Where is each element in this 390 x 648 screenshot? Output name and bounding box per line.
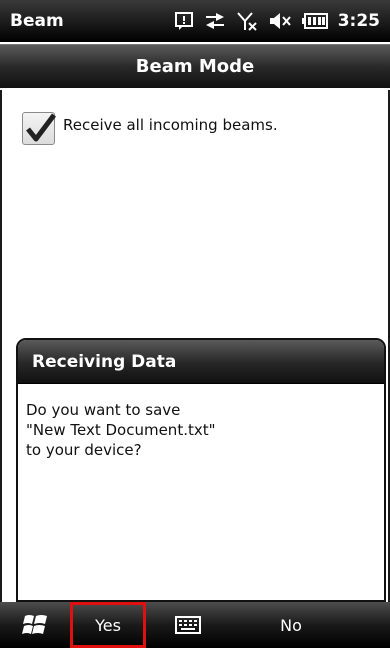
softkey-bar: Yes No — [0, 602, 390, 648]
dialog-line: Do you want to save — [26, 401, 181, 419]
dialog-line: to your device? — [26, 441, 142, 459]
clock[interactable]: 3:25 — [338, 11, 380, 31]
status-bar: Beam 3:25 — [0, 0, 390, 42]
yes-button[interactable]: Yes — [70, 602, 146, 648]
receive-beams-checkbox[interactable] — [22, 112, 56, 145]
dialog-line: "New Text Document.txt" — [26, 421, 216, 439]
notification-icon[interactable] — [174, 11, 194, 31]
no-signal-icon[interactable] — [236, 10, 258, 32]
start-button[interactable] — [0, 602, 70, 648]
speaker-muted-icon[interactable] — [268, 11, 292, 31]
no-button[interactable]: No — [246, 602, 336, 648]
battery-icon[interactable] — [301, 13, 328, 29]
page-title: Beam Mode — [0, 44, 390, 88]
windows-flag-icon — [22, 615, 47, 634]
keyboard-icon — [175, 616, 201, 634]
receiving-data-dialog: Receiving Data Do you want to save "New … — [16, 338, 386, 602]
receive-beams-label: Receive all incoming beams. — [63, 116, 278, 134]
dialog-title: Receiving Data — [18, 340, 384, 384]
checkmark-icon — [26, 113, 56, 142]
keyboard-button[interactable] — [152, 602, 224, 648]
app-title: Beam — [10, 11, 64, 31]
status-icons: 3:25 — [174, 10, 390, 32]
data-sync-icon[interactable] — [204, 11, 226, 31]
dialog-message: Do you want to save "New Text Document.t… — [18, 384, 384, 476]
receive-beams-option[interactable]: Receive all incoming beams. — [22, 112, 278, 145]
